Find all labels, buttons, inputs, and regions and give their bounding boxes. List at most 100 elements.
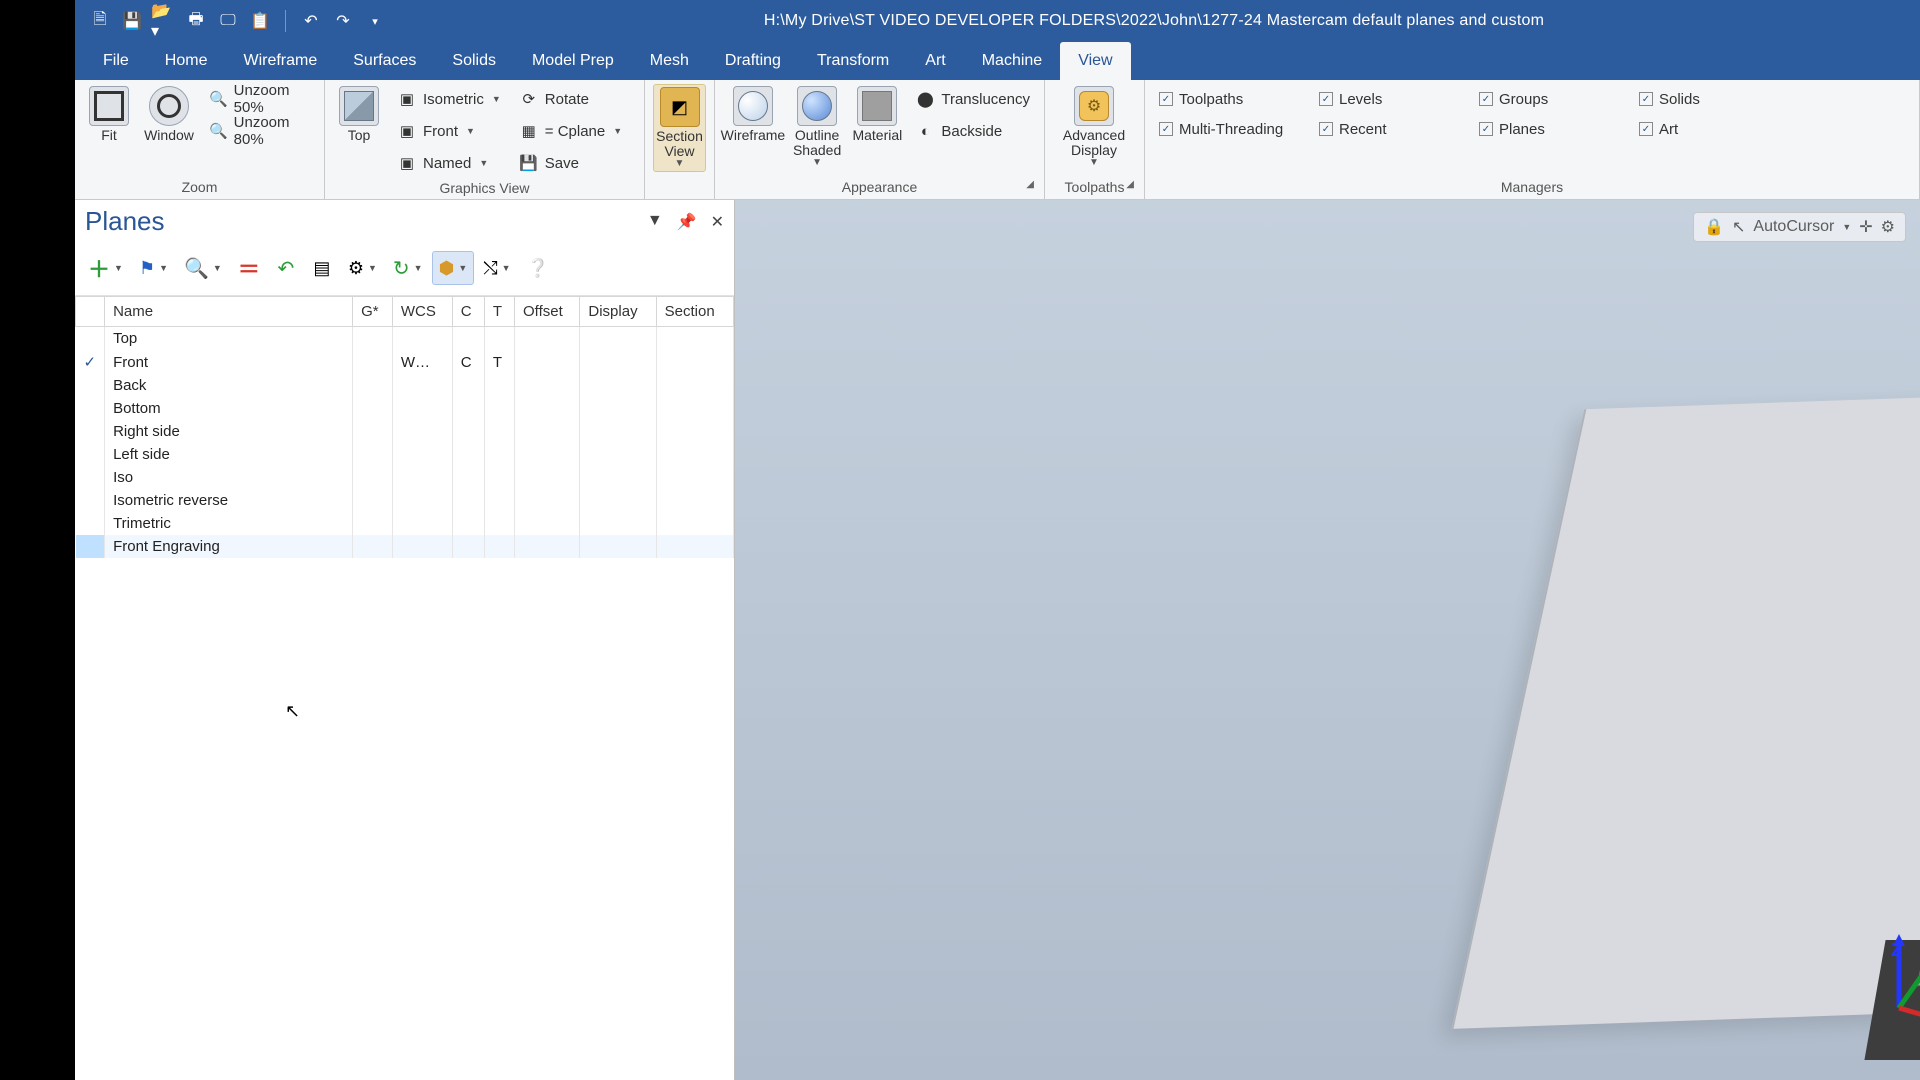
tab-drafting[interactable]: Drafting xyxy=(707,42,799,80)
tab-transform[interactable]: Transform xyxy=(799,42,907,80)
table-row[interactable]: Left side xyxy=(76,443,734,466)
table-row[interactable]: Iso xyxy=(76,466,734,489)
isometric-view-button[interactable]: ▣ Isometric▼ xyxy=(391,84,507,114)
tab-file[interactable]: File xyxy=(85,42,147,80)
manager-toggle-groups[interactable]: ✓Groups xyxy=(1473,84,1613,114)
save-icon[interactable]: 💾 xyxy=(119,8,145,34)
manager-toggle-multi-threading[interactable]: ✓Multi-Threading xyxy=(1153,114,1293,144)
wireframe-mode-button[interactable]: Wireframe xyxy=(723,84,783,145)
row-t xyxy=(484,535,514,558)
flag-button[interactable]: ⚑▼ xyxy=(132,251,175,285)
model-geometry xyxy=(1451,391,1920,1029)
list-button[interactable]: ▤ xyxy=(305,251,339,285)
clipboard-icon[interactable]: 📋 xyxy=(247,8,273,34)
tab-surfaces[interactable]: Surfaces xyxy=(335,42,434,80)
graphics-viewport[interactable]: Z Y X 🔒 ↖ AutoCursor ▼ ✛ ⚙ xyxy=(735,200,1920,1080)
tab-view[interactable]: View xyxy=(1060,42,1130,80)
unzoom-50-button[interactable]: 🔍 Unzoom 50% xyxy=(203,84,316,114)
col-display[interactable]: Display xyxy=(580,297,656,327)
autocursor-toolbar[interactable]: 🔒 ↖ AutoCursor ▼ ✛ ⚙ xyxy=(1693,212,1906,242)
material-button[interactable]: Material xyxy=(851,84,903,145)
equals-button[interactable]: ＝ xyxy=(231,251,267,285)
open-icon[interactable]: 📂▾ xyxy=(151,8,177,34)
redo-icon[interactable]: ↷ xyxy=(330,8,356,34)
top-view-button[interactable]: Top xyxy=(333,84,385,145)
col-t[interactable]: T xyxy=(484,297,514,327)
refresh-button[interactable]: ↻▼ xyxy=(386,251,430,285)
tab-machine[interactable]: Machine xyxy=(964,42,1060,80)
add-plane-button[interactable]: ＋▼ xyxy=(81,251,130,285)
outline-shaded-button[interactable]: Outline Shaded▼ xyxy=(789,84,845,170)
planes-table[interactable]: NameG*WCSCTOffsetDisplaySection Top✓Fron… xyxy=(75,296,734,558)
manager-toggle-recent[interactable]: ✓Recent xyxy=(1313,114,1453,144)
advanced-display-button[interactable]: Advanced Display▼ xyxy=(1053,84,1135,170)
col-c[interactable]: C xyxy=(452,297,484,327)
row-check[interactable] xyxy=(76,397,105,420)
equals-cplane-button[interactable]: ▦ = Cplane▼ xyxy=(513,116,628,146)
row-check[interactable] xyxy=(76,327,105,351)
settings-button[interactable]: ⚙▼ xyxy=(341,251,384,285)
table-row[interactable]: Right side xyxy=(76,420,734,443)
tab-wireframe[interactable]: Wireframe xyxy=(225,42,335,80)
table-row[interactable]: Bottom xyxy=(76,397,734,420)
backside-toggle[interactable]: ◐ Backside xyxy=(909,116,1036,146)
row-check[interactable] xyxy=(76,489,105,512)
new-file-icon[interactable]: 🗎 xyxy=(87,8,113,34)
row-check[interactable] xyxy=(76,420,105,443)
col-g*[interactable]: G* xyxy=(353,297,393,327)
qat-more-icon[interactable]: ▾ xyxy=(362,8,388,34)
unzoom-80-button[interactable]: 🔍 Unzoom 80% xyxy=(203,116,316,146)
dialog-launcher-icon[interactable]: ◢ xyxy=(1126,179,1134,190)
panel-dropdown-icon[interactable]: ▼ xyxy=(647,212,663,232)
undo-plane-button[interactable]: ↶ xyxy=(269,251,303,285)
tab-home[interactable]: Home xyxy=(147,42,226,80)
print-icon[interactable]: 🖶 xyxy=(183,8,209,34)
table-row[interactable]: Isometric reverse xyxy=(76,489,734,512)
table-row[interactable]: Front Engraving xyxy=(76,535,734,558)
named-view-button[interactable]: ▣ Named▼ xyxy=(391,148,507,178)
row-check[interactable] xyxy=(76,535,105,558)
table-row[interactable]: Trimetric xyxy=(76,512,734,535)
row-check[interactable] xyxy=(76,466,105,489)
help-button[interactable]: ❔ xyxy=(520,251,556,285)
tab-art[interactable]: Art xyxy=(907,42,963,80)
front-view-button[interactable]: ▣ Front▼ xyxy=(391,116,507,146)
table-row[interactable]: Back xyxy=(76,374,734,397)
panel-pin-icon[interactable]: 📌 xyxy=(677,212,697,232)
settings-icon[interactable]: ⚙ xyxy=(1881,217,1895,237)
manager-toggle-art[interactable]: ✓Art xyxy=(1633,114,1773,144)
manager-toggle-planes[interactable]: ✓Planes xyxy=(1473,114,1613,144)
search-button[interactable]: 🔍▼ xyxy=(177,251,229,285)
undo-icon[interactable]: ↶ xyxy=(298,8,324,34)
row-check[interactable] xyxy=(76,374,105,397)
tab-solids[interactable]: Solids xyxy=(434,42,514,80)
snap-icon[interactable]: ✛ xyxy=(1859,217,1872,237)
table-row[interactable]: ✓FrontW…CT xyxy=(76,350,734,374)
dialog-launcher-icon[interactable]: ◢ xyxy=(1026,179,1034,190)
tab-mesh[interactable]: Mesh xyxy=(632,42,707,80)
screenshot-icon[interactable]: 🖵 xyxy=(215,8,241,34)
manager-toggle-solids[interactable]: ✓Solids xyxy=(1633,84,1773,114)
col-wcs[interactable]: WCS xyxy=(392,297,452,327)
manager-toggle-toolpaths[interactable]: ✓Toolpaths xyxy=(1153,84,1293,114)
table-row[interactable]: Top xyxy=(76,327,734,351)
axes-button[interactable]: ⤭▼ xyxy=(476,251,517,285)
tab-model-prep[interactable]: Model Prep xyxy=(514,42,632,80)
col-name[interactable]: Name xyxy=(105,297,353,327)
cube-toggle-button[interactable]: ⬢▼ xyxy=(432,251,475,285)
chevron-down-icon[interactable]: ▼ xyxy=(1842,222,1851,232)
rotate-button[interactable]: ⟳ Rotate xyxy=(513,84,628,114)
col-section[interactable]: Section xyxy=(656,297,733,327)
fit-button[interactable]: Fit xyxy=(83,84,135,145)
panel-close-icon[interactable]: ✕ xyxy=(711,212,724,232)
row-wcs xyxy=(392,466,452,489)
row-check[interactable] xyxy=(76,512,105,535)
row-check[interactable]: ✓ xyxy=(76,350,105,374)
window-zoom-button[interactable]: Window xyxy=(141,84,197,145)
section-view-button[interactable]: ◩ Section View▼ xyxy=(653,84,706,172)
row-check[interactable] xyxy=(76,443,105,466)
save-view-button[interactable]: 💾 Save xyxy=(513,148,628,178)
col-offset[interactable]: Offset xyxy=(515,297,580,327)
manager-toggle-levels[interactable]: ✓Levels xyxy=(1313,84,1453,114)
translucency-toggle[interactable]: ⬤ Translucency xyxy=(909,84,1036,114)
